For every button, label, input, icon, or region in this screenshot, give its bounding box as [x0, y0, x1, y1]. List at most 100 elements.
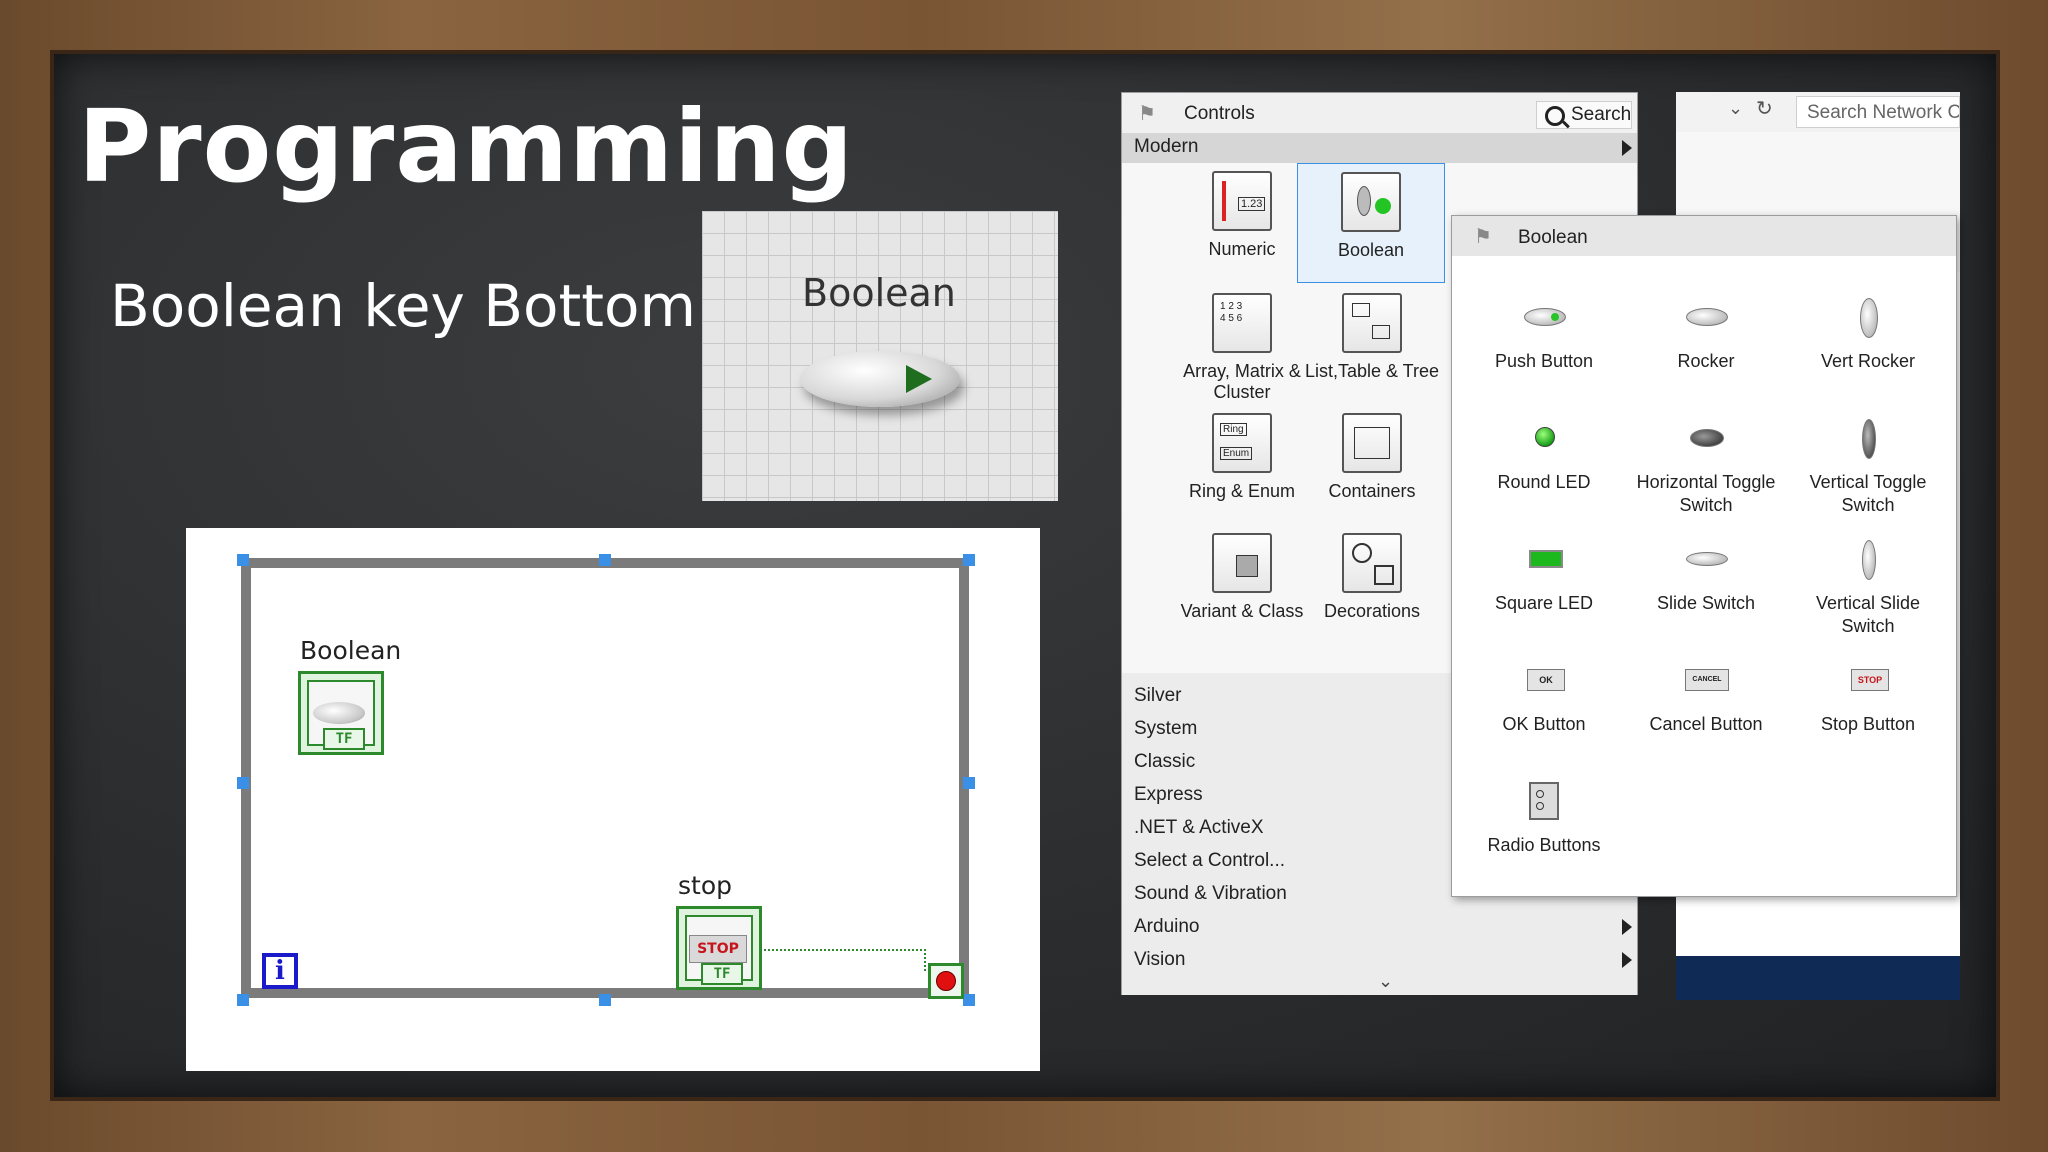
category-select-control[interactable]: Select a Control...: [1134, 850, 1285, 872]
stop-terminal[interactable]: STOP TF: [676, 906, 762, 990]
pin-icon[interactable]: ⚑: [1138, 101, 1156, 126]
item-label: Rocker: [1677, 351, 1735, 371]
loop-resize-handle[interactable]: [237, 994, 249, 1006]
stop-button-icon: STOP: [1838, 661, 1898, 701]
palette-item-push-button[interactable]: Push Button: [1464, 298, 1624, 373]
item-label: Slide Switch: [1656, 593, 1756, 613]
item-label: Horizontal Toggle Switch: [1636, 472, 1776, 515]
push-indicator-icon: [906, 365, 932, 393]
network-search-input[interactable]: Search Network C: [1796, 96, 1960, 128]
palette-item-ring-enum[interactable]: Ring Enum Ring & Enum: [1167, 413, 1317, 502]
loop-resize-handle[interactable]: [599, 554, 611, 566]
category-silver[interactable]: Silver: [1134, 685, 1182, 707]
palette-item-list-table-tree[interactable]: List,Table & Tree: [1297, 293, 1447, 382]
category-system[interactable]: System: [1134, 718, 1197, 740]
palette-item-ok-button[interactable]: OK OK Button: [1464, 661, 1624, 736]
vertical-toggle-switch-icon: [1838, 419, 1898, 459]
item-label: Round LED: [1497, 472, 1591, 492]
numeric-icon: 1.23: [1212, 171, 1272, 231]
palette-item-variant-class[interactable]: Variant & Class: [1167, 533, 1317, 622]
radio-buttons-icon: [1514, 782, 1574, 822]
loop-resize-handle[interactable]: [963, 554, 975, 566]
palette-item-stop-button[interactable]: STOP Stop Button: [1788, 661, 1948, 736]
stop-glyph: STOP: [689, 935, 747, 963]
item-label: Stop Button: [1820, 714, 1916, 734]
loop-resize-handle[interactable]: [237, 554, 249, 566]
palette-item-boolean[interactable]: Boolean: [1297, 163, 1445, 283]
expand-more-icon[interactable]: ⌄: [1378, 971, 1393, 992]
item-label: Decorations: [1323, 601, 1421, 621]
variant-class-icon: [1212, 533, 1272, 593]
terminal-type: TF: [701, 963, 743, 985]
pin-icon[interactable]: ⚑: [1474, 224, 1492, 249]
boolean-palette-header: ⚑ Boolean: [1452, 216, 1956, 256]
category-express[interactable]: Express: [1134, 784, 1203, 806]
push-button-icon: [1514, 298, 1574, 338]
boolean-terminal-label: Boolean: [300, 636, 402, 665]
item-label: Vertical Toggle Switch: [1809, 472, 1927, 515]
boolean-push-button[interactable]: [800, 351, 960, 407]
category-vision[interactable]: Vision: [1134, 949, 1185, 971]
palette-item-containers[interactable]: Containers: [1297, 413, 1447, 502]
horizontal-toggle-switch-icon: [1676, 419, 1736, 459]
item-label: OK Button: [1502, 714, 1586, 734]
window-toolbar: ⌄ ↻ Search Network C: [1676, 92, 1960, 133]
loop-resize-handle[interactable]: [237, 777, 249, 789]
palette-item-vertical-slide-switch[interactable]: Vertical Slide Switch: [1788, 540, 1948, 638]
palette-item-horizontal-toggle-switch[interactable]: Horizontal Toggle Switch: [1626, 419, 1786, 517]
item-label: Boolean: [1337, 240, 1405, 260]
palette-search-button[interactable]: Search: [1536, 101, 1632, 129]
while-loop[interactable]: [241, 558, 969, 998]
item-label: Square LED: [1494, 593, 1594, 613]
stop-terminal-label: stop: [678, 871, 732, 900]
palette-item-square-led[interactable]: Square LED: [1464, 540, 1624, 615]
loop-resize-handle[interactable]: [599, 994, 611, 1006]
item-label: Numeric: [1208, 239, 1276, 259]
palette-item-slide-switch[interactable]: Slide Switch: [1626, 540, 1786, 615]
item-label: Radio Buttons: [1487, 835, 1601, 855]
category-dotnet-activex[interactable]: .NET & ActiveX: [1134, 817, 1264, 839]
push-button-glyph-icon: [313, 702, 365, 724]
palette-item-vert-rocker[interactable]: Vert Rocker: [1788, 298, 1948, 373]
loop-condition-terminal[interactable]: [928, 963, 964, 999]
palette-item-numeric[interactable]: 1.23 Numeric: [1167, 171, 1317, 260]
boolean-wire[interactable]: [764, 949, 926, 971]
palette-item-rocker[interactable]: Rocker: [1626, 298, 1786, 373]
refresh-icon[interactable]: ↻: [1756, 96, 1773, 121]
item-label: Ring & Enum: [1188, 481, 1296, 501]
palette-item-round-led[interactable]: Round LED: [1464, 419, 1624, 494]
loop-resize-handle[interactable]: [963, 994, 975, 1006]
vert-rocker-icon: [1838, 298, 1898, 338]
palette-item-radio-buttons[interactable]: Radio Buttons: [1464, 782, 1624, 857]
array-matrix-cluster-icon: 1 2 34 5 6: [1212, 293, 1272, 353]
boolean-terminal[interactable]: TF: [298, 671, 384, 755]
chevron-down-icon[interactable]: ⌄: [1728, 98, 1743, 119]
square-led-icon: [1514, 540, 1574, 580]
slide-switch-icon: [1676, 540, 1736, 580]
vertical-slide-switch-icon: [1838, 540, 1898, 580]
search-label: Search: [1571, 104, 1632, 125]
palette-item-vertical-toggle-switch[interactable]: Vertical Toggle Switch: [1788, 419, 1948, 517]
category-arduino[interactable]: Arduino: [1134, 916, 1200, 938]
loop-resize-handle[interactable]: [963, 777, 975, 789]
palette-item-decorations[interactable]: Decorations: [1297, 533, 1447, 622]
submenu-arrow-icon: [1622, 952, 1632, 968]
item-label: Array, Matrix & Cluster: [1183, 361, 1301, 402]
palette-item-cancel-button[interactable]: CANCEL Cancel Button: [1626, 661, 1786, 736]
rocker-icon: [1676, 298, 1736, 338]
palette-item-array-matrix-cluster[interactable]: 1 2 34 5 6 Array, Matrix & Cluster: [1167, 293, 1317, 403]
submenu-arrow-icon: [1622, 140, 1632, 156]
palette-header: ⚑ Controls Search: [1122, 93, 1637, 133]
category-classic[interactable]: Classic: [1134, 751, 1195, 773]
terminal-type: TF: [323, 728, 365, 750]
containers-icon: [1342, 413, 1402, 473]
list-table-tree-icon: [1342, 293, 1402, 353]
block-diagram: Boolean TF stop STOP TF i: [186, 528, 1040, 1071]
item-label: Push Button: [1494, 351, 1594, 371]
category-modern[interactable]: Modern: [1122, 133, 1637, 163]
boolean-icon: [1341, 172, 1401, 232]
iteration-terminal[interactable]: i: [262, 953, 298, 989]
item-label: Cancel Button: [1649, 714, 1763, 734]
category-sound-vibration[interactable]: Sound & Vibration: [1134, 883, 1287, 905]
round-led-icon: [1514, 419, 1574, 459]
